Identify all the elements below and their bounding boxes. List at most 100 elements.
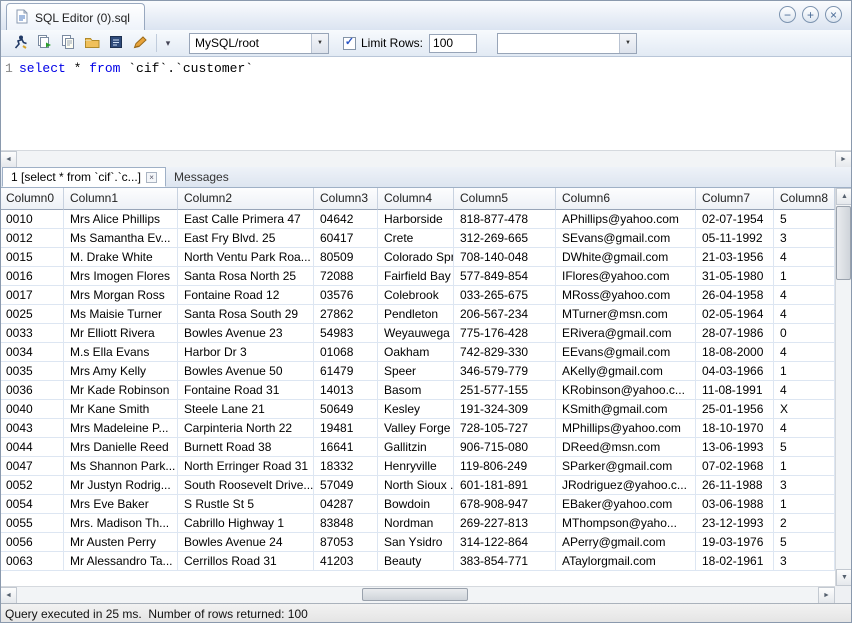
table-cell[interactable]: M. Drake White (64, 248, 178, 267)
table-cell[interactable]: Mrs Morgan Ross (64, 286, 178, 305)
table-row[interactable]: 0033Mr Elliott RiveraBowles Avenue 23549… (0, 324, 835, 343)
table-cell[interactable]: North Sioux ... (378, 476, 454, 495)
table-cell[interactable]: 0 (774, 324, 835, 343)
table-cell[interactable]: KRobinson@yahoo.c... (556, 381, 696, 400)
table-cell[interactable]: Cabrillo Highway 1 (178, 514, 314, 533)
table-cell[interactable]: Mr Austen Perry (64, 533, 178, 552)
table-cell[interactable]: Colebrook (378, 286, 454, 305)
table-cell[interactable]: Crete (378, 229, 454, 248)
table-cell[interactable]: Basom (378, 381, 454, 400)
table-cell[interactable]: 11-08-1991 (696, 381, 774, 400)
column-header[interactable]: Column8 (774, 188, 835, 210)
table-cell[interactable]: Bowles Avenue 24 (178, 533, 314, 552)
table-cell[interactable]: 61479 (314, 362, 378, 381)
table-cell[interactable]: Fontaine Road 31 (178, 381, 314, 400)
table-cell[interactable]: 25-01-1956 (696, 400, 774, 419)
table-cell[interactable]: 3 (774, 229, 835, 248)
table-row[interactable]: 0015M. Drake WhiteNorth Ventu Park Roa..… (0, 248, 835, 267)
table-cell[interactable]: SParker@gmail.com (556, 457, 696, 476)
table-cell[interactable]: 28-07-1986 (696, 324, 774, 343)
table-cell[interactable]: 0054 (0, 495, 64, 514)
table-cell[interactable]: MTurner@msn.com (556, 305, 696, 324)
table-cell[interactable]: Beauty (378, 552, 454, 571)
table-cell[interactable]: Colorado Spri... (378, 248, 454, 267)
table-cell[interactable]: 5 (774, 210, 835, 229)
table-cell[interactable]: 01068 (314, 343, 378, 362)
table-row[interactable]: 0017Mrs Morgan RossFontaine Road 1203576… (0, 286, 835, 305)
table-row[interactable]: 0035Mrs Amy KellyBowles Avenue 5061479Sp… (0, 362, 835, 381)
table-cell[interactable]: Pendleton (378, 305, 454, 324)
table-cell[interactable]: 906-715-080 (454, 438, 556, 457)
run-statement-button[interactable] (32, 32, 56, 54)
table-cell[interactable]: 0063 (0, 552, 64, 571)
maximize-button[interactable]: + (802, 6, 819, 23)
table-cell[interactable]: DWhite@gmail.com (556, 248, 696, 267)
table-cell[interactable]: Cerrillos Road 31 (178, 552, 314, 571)
table-cell[interactable]: 0033 (0, 324, 64, 343)
table-cell[interactable]: 577-849-854 (454, 267, 556, 286)
table-row[interactable]: 0034M.s Ella EvansHarbor Dr 301068Oakham… (0, 343, 835, 362)
table-cell[interactable]: 0044 (0, 438, 64, 457)
close-button[interactable]: × (825, 6, 842, 23)
table-cell[interactable]: 0034 (0, 343, 64, 362)
table-cell[interactable]: ATaylorgmail.com (556, 552, 696, 571)
table-row[interactable]: 0016Mrs Imogen FloresSanta Rosa North 25… (0, 267, 835, 286)
table-cell[interactable]: 18-08-2000 (696, 343, 774, 362)
table-cell[interactable]: 21-03-1956 (696, 248, 774, 267)
table-cell[interactable]: 312-269-665 (454, 229, 556, 248)
tab-messages[interactable]: Messages (166, 167, 237, 187)
table-cell[interactable]: 5 (774, 533, 835, 552)
tab-result-set[interactable]: 1 [select * from `cif`.`c...] × (2, 167, 166, 187)
scroll-up-button[interactable]: ▲ (836, 188, 852, 205)
table-cell[interactable]: Mrs Eve Baker (64, 495, 178, 514)
table-cell[interactable]: Ms Maisie Turner (64, 305, 178, 324)
table-cell[interactable]: Bowles Avenue 50 (178, 362, 314, 381)
connection-combo[interactable]: MySQL/root ▼ (189, 33, 329, 54)
column-header[interactable]: Column6 (556, 188, 696, 210)
table-cell[interactable]: South Roosevelt Drive... (178, 476, 314, 495)
table-cell[interactable]: Burnett Road 38 (178, 438, 314, 457)
edit-button[interactable] (128, 32, 152, 54)
table-cell[interactable]: 04-03-1966 (696, 362, 774, 381)
table-cell[interactable]: 04287 (314, 495, 378, 514)
table-cell[interactable]: 1 (774, 267, 835, 286)
table-cell[interactable]: 0025 (0, 305, 64, 324)
table-cell[interactable]: ERivera@gmail.com (556, 324, 696, 343)
table-cell[interactable]: 50649 (314, 400, 378, 419)
table-cell[interactable]: 1 (774, 495, 835, 514)
table-cell[interactable]: 033-265-675 (454, 286, 556, 305)
table-cell[interactable]: EBaker@yahoo.com (556, 495, 696, 514)
table-cell[interactable]: 0056 (0, 533, 64, 552)
table-cell[interactable]: 2 (774, 514, 835, 533)
table-cell[interactable]: 26-04-1958 (696, 286, 774, 305)
table-row[interactable]: 0044Mrs Danielle ReedBurnett Road 381664… (0, 438, 835, 457)
table-cell[interactable]: 14013 (314, 381, 378, 400)
table-cell[interactable]: 383-854-771 (454, 552, 556, 571)
column-header[interactable]: Column5 (454, 188, 556, 210)
table-cell[interactable]: S Rustle St 5 (178, 495, 314, 514)
table-cell[interactable]: 03-06-1988 (696, 495, 774, 514)
table-row[interactable]: 0012Ms Samantha Ev...East Fry Blvd. 2560… (0, 229, 835, 248)
table-cell[interactable]: Nordman (378, 514, 454, 533)
table-cell[interactable]: X (774, 400, 835, 419)
table-cell[interactable]: 19481 (314, 419, 378, 438)
table-cell[interactable]: 0055 (0, 514, 64, 533)
table-cell[interactable]: 3 (774, 552, 835, 571)
table-cell[interactable]: 191-324-309 (454, 400, 556, 419)
table-cell[interactable]: MThompson@yaho... (556, 514, 696, 533)
table-cell[interactable]: EEvans@gmail.com (556, 343, 696, 362)
secondary-combo-arrow[interactable]: ▼ (619, 34, 636, 53)
table-cell[interactable]: 26-11-1988 (696, 476, 774, 495)
table-cell[interactable]: Harbor Dr 3 (178, 343, 314, 362)
table-cell[interactable]: 27862 (314, 305, 378, 324)
table-cell[interactable]: 18332 (314, 457, 378, 476)
run-sql-button[interactable] (8, 32, 32, 54)
table-cell[interactable]: 18-02-1961 (696, 552, 774, 571)
sql-history-button[interactable] (104, 32, 128, 54)
table-row[interactable]: 0036Mr Kade RobinsonFontaine Road 311401… (0, 381, 835, 400)
table-cell[interactable]: Mr Alessandro Ta... (64, 552, 178, 571)
table-cell[interactable]: 13-06-1993 (696, 438, 774, 457)
table-cell[interactable]: JRodriguez@yahoo.c... (556, 476, 696, 495)
copy-statement-button[interactable] (56, 32, 80, 54)
table-cell[interactable]: 5 (774, 438, 835, 457)
